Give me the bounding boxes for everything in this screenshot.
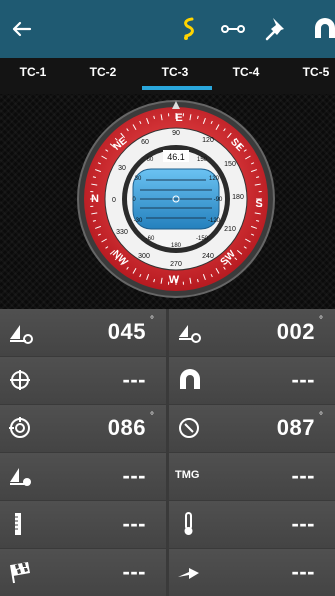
tab-tc-1[interactable]: TC-1	[0, 58, 66, 94]
inner-ring-label: 150	[197, 157, 208, 163]
pin-icon[interactable]	[262, 14, 292, 44]
inner-ring-label: -30	[134, 218, 143, 224]
degree-mark: °	[150, 315, 154, 326]
ring-label: 270	[170, 261, 182, 268]
cardinal-s: S	[255, 198, 262, 210]
ring-label: 0	[112, 197, 116, 204]
cell-finish[interactable]: ---	[0, 549, 166, 596]
compass-dial: 46.1 E N S W NE SE SW NW 90 120 150 180 …	[77, 100, 275, 298]
target-icon	[9, 417, 30, 438]
cardinal-n: N	[91, 193, 99, 205]
tab-tc-4[interactable]: TC-4	[213, 58, 279, 94]
inner-ring-label: -120	[208, 218, 221, 224]
value: 087	[276, 415, 315, 440]
value: ---	[122, 511, 146, 536]
degree-mark: °	[319, 315, 323, 326]
tab-tc-5[interactable]: TC-5	[283, 58, 335, 94]
cell-magnetic[interactable]: ---	[169, 357, 335, 404]
inner-ring-label: 60	[147, 157, 154, 163]
tab-tc-2[interactable]: TC-2	[70, 58, 136, 94]
boat-course-icon	[10, 325, 33, 344]
tmg-label: TMG	[175, 469, 200, 481]
cell-heading[interactable]: 087 °	[169, 405, 335, 452]
boat-alert-icon	[10, 468, 31, 486]
value: 002	[276, 319, 315, 344]
degree-mark: °	[319, 411, 323, 422]
ring-label: 90	[172, 130, 180, 137]
inner-ring-label: 180	[171, 243, 182, 249]
data-grid: 045 ° 002 ° --- --- 086 ° 087 ° --- TMG …	[0, 309, 335, 596]
compass-panel: 46.1 E N S W NE SE SW NW 90 120 150 180 …	[0, 94, 335, 309]
inner-ring-label: 120	[209, 176, 220, 182]
ring-label: 30	[118, 165, 126, 172]
ring-label: 300	[138, 253, 150, 260]
crosshair-icon	[10, 370, 30, 390]
ring-label: 120	[202, 137, 214, 144]
value: ---	[291, 367, 315, 392]
ruler-icon	[15, 513, 21, 535]
finish-flag-icon	[10, 562, 30, 584]
value: ---	[291, 559, 315, 584]
cell-direction[interactable]: ---	[169, 549, 335, 596]
value: ---	[122, 559, 146, 584]
boat-target-icon	[179, 325, 201, 343]
ring-label: 60	[141, 139, 149, 146]
ring-label: 180	[232, 194, 244, 201]
cell-tmg[interactable]: TMG ---	[169, 453, 335, 500]
cardinal-e: E	[175, 112, 182, 124]
ring-label: 240	[202, 253, 214, 260]
route-icon[interactable]	[174, 14, 204, 44]
cell-temperature[interactable]: ---	[169, 501, 335, 548]
app-bar	[0, 0, 335, 58]
value: 086	[107, 415, 146, 440]
heading-readout: 46.1	[167, 152, 185, 162]
arrow-right-icon	[178, 568, 199, 579]
thermometer-icon	[184, 512, 193, 535]
cell-bearing[interactable]: 086 °	[0, 405, 166, 452]
inner-ring-label: -90	[214, 197, 223, 203]
value: ---	[291, 511, 315, 536]
value: ---	[122, 367, 146, 392]
value: ---	[122, 463, 146, 488]
magnet-icon[interactable]	[310, 14, 335, 44]
ring-label: 150	[224, 161, 236, 168]
inner-ring-label: 30	[135, 176, 142, 182]
cell-boat-alert[interactable]: ---	[0, 453, 166, 500]
value: ---	[291, 463, 315, 488]
arrow-left-icon[interactable]	[8, 15, 36, 43]
inner-ring-label: -60	[146, 236, 155, 242]
cell-course[interactable]: 045 °	[0, 309, 166, 356]
cell-distance[interactable]: ---	[0, 501, 166, 548]
ring-label: 330	[116, 229, 128, 236]
degree-mark: °	[150, 411, 154, 422]
magnet-icon	[180, 369, 200, 389]
cardinal-w: W	[169, 274, 180, 286]
active-tab-indicator	[142, 86, 212, 90]
value: 045	[107, 319, 146, 344]
ring-label: 210	[224, 226, 236, 233]
waypoint-line-icon[interactable]	[218, 14, 248, 44]
cell-target-course[interactable]: 002 °	[169, 309, 335, 356]
compass-dial-icon	[179, 418, 199, 438]
cell-position[interactable]: ---	[0, 357, 166, 404]
inner-ring-label: -150	[196, 236, 209, 242]
